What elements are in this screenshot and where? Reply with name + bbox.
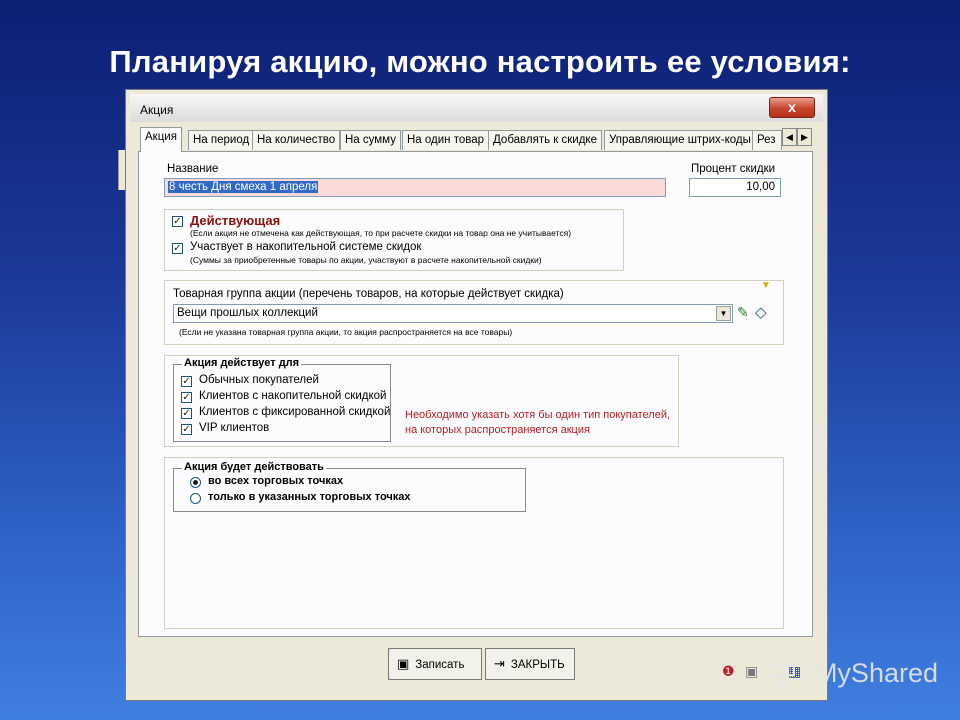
tab-control-barcodes[interactable]: Управляющие штрих-коды xyxy=(604,130,756,150)
slide-title: Планируя акцию, можно настроить ее услов… xyxy=(109,44,851,79)
product-group-select[interactable]: Вещи прошлых коллекций ▼ xyxy=(173,304,733,323)
tab-scroll-right-icon[interactable]: ▶ xyxy=(797,128,812,146)
regular-customers-label: Обычных покупателей xyxy=(199,374,319,386)
watermark-logo-icon xyxy=(769,664,795,688)
product-group-label: Товарная группа акции (перечень товаров,… xyxy=(173,288,564,300)
active-checkbox[interactable]: ✓ xyxy=(172,216,183,227)
disk-icon[interactable]: ▣ xyxy=(745,663,758,680)
active-group: ✓ Действующая (Если акция не отмечена ка… xyxy=(164,209,624,271)
product-group-note: (Если не указана товарная группа акции, … xyxy=(179,327,513,337)
select-group-icon[interactable]: ✎ xyxy=(737,304,749,321)
promotion-panel: Название 8 честь Дня смеха 1 апреля Проц… xyxy=(138,151,813,637)
selected-stores-label: только в указанных торговых точках xyxy=(208,491,411,503)
fixed-discount-clients-label: Клиентов с фиксированной скидкой xyxy=(199,406,391,418)
tab-quantity[interactable]: На количество xyxy=(252,130,341,150)
save-icon: ▣ xyxy=(397,656,410,671)
vip-clients-label: VIP клиентов xyxy=(199,422,270,434)
tab-add-to-discount[interactable]: Добавлять к скидке xyxy=(488,130,602,150)
save-button[interactable]: ▣ Записать xyxy=(388,648,482,680)
close-door-icon: ⇥ xyxy=(494,656,505,671)
bottom-bar: ▣ Записать ⇥ ЗАКРЫТЬ xyxy=(138,642,813,690)
chevron-down-icon[interactable]: ▼ xyxy=(716,306,731,321)
name-field[interactable]: 8 честь Дня смеха 1 апреля xyxy=(164,178,666,197)
close-button[interactable]: ⇥ ЗАКРЫТЬ xyxy=(485,648,575,680)
locations-box: Акция будет действовать во всех торговых… xyxy=(164,457,784,629)
customer-types-box: Акция действует для ✓ Обычных покупателе… xyxy=(164,355,679,447)
help-icon[interactable]: ❶ xyxy=(722,663,735,680)
name-value: 8 честь Дня смеха 1 апреля xyxy=(168,181,319,193)
save-label: Записать xyxy=(415,659,465,671)
product-group-box: Товарная группа акции (перечень товаров,… xyxy=(164,280,784,345)
tab-one-product[interactable]: На один товар xyxy=(402,130,490,150)
tab-promotion[interactable]: Акция xyxy=(140,127,182,152)
vip-clients-checkbox[interactable]: ✓ xyxy=(181,424,192,435)
tab-sum[interactable]: На сумму xyxy=(340,130,401,150)
tab-bar: Акция На период На количество На сумму Н… xyxy=(138,127,815,152)
all-stores-radio[interactable] xyxy=(190,477,201,488)
customer-types-legend: Акция действует для xyxy=(182,357,302,369)
accumulative-label: Участвует в накопительной системе скидок xyxy=(190,241,422,253)
active-note: (Если акция не отмечена как действующая,… xyxy=(190,228,572,238)
locations-legend: Акция будет действовать xyxy=(182,461,326,473)
dialog-title: Акция xyxy=(140,103,174,117)
dialog-titlebar[interactable]: Акция x xyxy=(130,94,823,122)
active-label: Действующая xyxy=(190,213,281,228)
tab-scroll-left-icon[interactable]: ◀ xyxy=(782,128,797,146)
watermark-text: MyShared xyxy=(814,658,938,688)
percent-field[interactable]: 10,00 xyxy=(689,178,781,197)
close-window-button[interactable]: x xyxy=(769,97,815,118)
customer-types-group: Акция действует для ✓ Обычных покупателе… xyxy=(173,357,391,442)
close-label: ЗАКРЫТЬ xyxy=(510,659,565,671)
customer-types-warning-1: Необходимо указать хотя бы один тип поку… xyxy=(405,409,671,421)
tab-period[interactable]: На период xyxy=(188,130,255,150)
tab-overflow[interactable]: Рез xyxy=(752,130,782,150)
accumulative-note: (Суммы за приобретенные товары по акции,… xyxy=(190,255,542,265)
regular-customers-checkbox[interactable]: ✓ xyxy=(181,376,192,387)
fixed-discount-clients-checkbox[interactable]: ✓ xyxy=(181,408,192,419)
accumulative-checkbox[interactable]: ✓ xyxy=(172,243,183,254)
percent-label: Процент скидки xyxy=(691,163,776,175)
name-label: Название xyxy=(167,163,219,175)
locations-group: Акция будет действовать во всех торговых… xyxy=(173,461,526,512)
all-stores-label: во всех торговых точках xyxy=(208,475,344,487)
accumulative-clients-checkbox[interactable]: ✓ xyxy=(181,392,192,403)
accumulative-clients-label: Клиентов с накопительной скидкой xyxy=(199,390,387,402)
promotion-dialog: Акция x Акция На период На количество На… xyxy=(125,89,828,701)
product-group-value: Вещи прошлых коллекций xyxy=(177,307,318,319)
filter-icon[interactable]: ▼ xyxy=(761,280,771,291)
selected-stores-radio[interactable] xyxy=(190,493,201,504)
customer-types-warning-2: на которых распространяется акция xyxy=(405,424,590,436)
clear-group-icon[interactable]: ◇ xyxy=(755,303,767,321)
